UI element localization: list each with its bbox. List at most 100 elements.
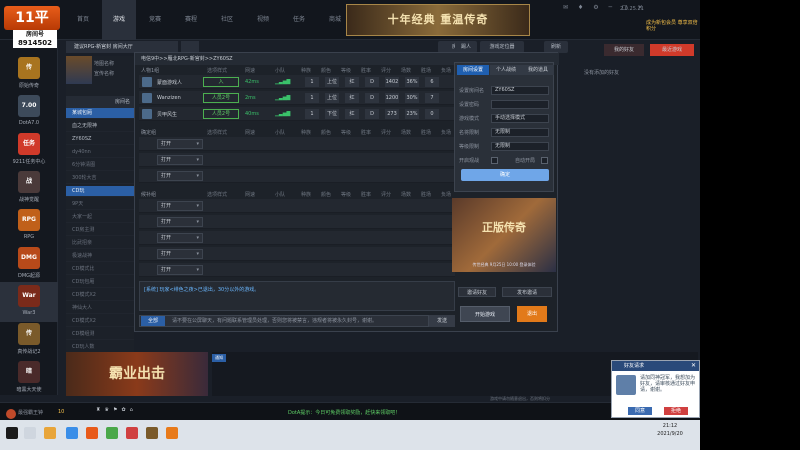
chat-channel-select[interactable]: 全部	[141, 316, 165, 326]
chat-message: [系统] 玩家<绯色之夜>已退出，30分以外的游戏。	[144, 287, 260, 293]
sidebar-game-item[interactable]: War War3	[0, 282, 58, 322]
slot-open-select[interactable]: 打开	[157, 139, 203, 149]
agree-button[interactable]: 同意	[628, 407, 652, 415]
autostart-checkbox[interactable]	[541, 157, 548, 164]
slot-open-select[interactable]: 打开	[157, 171, 203, 181]
room-list-item[interactable]: CD玩	[66, 186, 134, 197]
slot-open-select[interactable]: 打开	[157, 201, 203, 211]
slot-open-select[interactable]: 打开	[157, 265, 203, 275]
app-icon-3[interactable]	[146, 427, 158, 439]
player-slot[interactable]: Wanzizen 人员2号 2ms ▁▃▅▇ 1 上位红 D 1200 30% 7	[139, 91, 455, 105]
file-explorer-icon[interactable]	[44, 427, 56, 439]
status-toolbar-icons[interactable]: ♜♛⚑✿⌂	[96, 407, 137, 413]
sidebar-game-item[interactable]: 传真传战记2	[0, 320, 58, 360]
room-list-item[interactable]: 比武招亲	[66, 238, 134, 249]
search-icon[interactable]	[24, 427, 36, 439]
setting-label: 设置房间名	[459, 88, 485, 94]
sidebar-game-item[interactable]: 7.00 DotA7.0	[0, 92, 58, 132]
sidebar-game-item[interactable]: 战战神觉醒	[0, 168, 58, 208]
player-stat-cell: 30%	[405, 93, 419, 103]
room-ad-image[interactable]: 正版传奇	[452, 198, 556, 272]
invite-friends-button[interactable]: 邀请好友	[458, 287, 496, 297]
player-slot[interactable]: 蒙面游戏人 入 42ms ▁▃▅▇ 1 上位红 D 1402 36% 6	[139, 75, 455, 89]
room-list-item[interactable]: 9P天	[66, 199, 134, 210]
player-state-badge[interactable]: 入	[203, 77, 239, 87]
my-friends-button[interactable]: 我的好友	[604, 44, 644, 56]
exit-room-button[interactable]: 退出	[517, 306, 547, 322]
room-list-item[interactable]: ZY60SZ	[66, 134, 134, 145]
publish-invite-button[interactable]: 发布邀请	[502, 287, 552, 297]
column-header: 场数	[401, 192, 412, 198]
room-list-item[interactable]: 300轮大吉	[66, 173, 134, 184]
room-list-item[interactable]: dy40nn	[66, 147, 134, 158]
setting-field[interactable]	[491, 100, 549, 109]
bottom-ad-banner[interactable]: 霸业出击	[66, 352, 208, 396]
chat-input[interactable]: 请不要在公屏聊天，有问题联系管理员处理，否则您将被禁言，违规者将被永久封号，谢谢…	[139, 315, 429, 327]
sidebar-game-item[interactable]: 传原始传奇	[0, 54, 58, 94]
player-slot[interactable]: 贝甲风生 人员2号 40ms ▁▃▅▇ 1 下位红 D 273 23% 0	[139, 107, 455, 121]
room-list-item[interactable]: CD模式X2	[66, 316, 134, 327]
room-list-item[interactable]: 大家一起	[66, 212, 134, 223]
nav-tab[interactable]: 首页	[66, 0, 100, 40]
sidebar-game-item[interactable]: DMG DMG起源	[0, 244, 58, 284]
room-list-item[interactable]: CD房主测	[66, 225, 134, 236]
setting-field[interactable]: 手动选择模式	[491, 114, 549, 123]
player-avatar	[142, 93, 152, 103]
room-list-item[interactable]: CD模式比	[66, 264, 134, 275]
room-list-item[interactable]: 6分钟清图	[66, 160, 134, 171]
taskbar-clock[interactable]: 21:12 2021/9/20	[645, 422, 695, 438]
setting-field[interactable]: ZY60SZ	[491, 86, 549, 95]
player-state-badge[interactable]: 人员2号	[203, 109, 239, 119]
slot-open-select[interactable]: 打开	[157, 249, 203, 259]
nav-tab[interactable]: 视频	[246, 0, 280, 40]
room-list-item[interactable]: 极速战神	[66, 251, 134, 262]
app-icon[interactable]	[106, 427, 118, 439]
slot-open-select[interactable]: 打开	[157, 217, 203, 227]
slot-open-select[interactable]: 打开	[157, 233, 203, 243]
nav-tab[interactable]: 任务	[282, 0, 316, 40]
room-list-item[interactable]: 血之无限神	[66, 121, 134, 132]
column-header: 网速	[245, 192, 256, 198]
nav-tab[interactable]: 竞赛	[138, 0, 172, 40]
slot-open-select[interactable]: 打开	[157, 155, 203, 165]
tab-room-settings[interactable]: 房间设置	[457, 65, 489, 75]
nav-tab[interactable]: 社区	[210, 0, 244, 40]
sidebar-game-item[interactable]: 暗暗黑大天使	[0, 358, 58, 398]
chat-send-button[interactable]: 发送	[429, 315, 455, 327]
promo-banner[interactable]: 十年经典 重温传奇	[346, 4, 530, 36]
room-list-item[interactable]: 某城包厢	[66, 108, 134, 119]
player-stat-cell: D	[365, 77, 379, 87]
recent-games-button[interactable]: 最近游戏	[650, 44, 694, 56]
column-header: 种族	[301, 192, 312, 198]
app-icon-4[interactable]	[166, 427, 178, 439]
game-client-icon[interactable]	[86, 427, 98, 439]
setting-field[interactable]: 无限制	[491, 142, 549, 151]
sidebar-game-item[interactable]: 任务 9211任务中心	[0, 130, 58, 170]
nav-tab[interactable]: 游戏	[102, 0, 136, 40]
team-section-3: 候补组	[141, 192, 157, 198]
column-header: 等级	[341, 68, 352, 74]
start-icon[interactable]	[6, 427, 18, 439]
browser-icon[interactable]	[66, 427, 78, 439]
room-list-item[interactable]: CD模式X2	[66, 290, 134, 301]
setting-field[interactable]: 无限制	[491, 128, 549, 137]
vip-promo-link[interactable]: 成为新包会员 尊享双倍积分	[646, 20, 698, 38]
confirm-settings-button[interactable]: 确定	[461, 169, 549, 181]
observe-checkbox[interactable]	[491, 157, 498, 164]
reject-button[interactable]: 拒绝	[664, 407, 688, 415]
tab-personal-record[interactable]: 个人战绩	[490, 65, 522, 75]
empty-slot: 打开	[139, 215, 455, 229]
room-list-item[interactable]: CD玩包厢	[66, 277, 134, 288]
tab-my-items[interactable]: 我的道具	[522, 65, 554, 75]
room-list-item[interactable]: CD模组测	[66, 329, 134, 340]
start-game-button[interactable]: 开始游戏	[460, 306, 510, 322]
close-icon[interactable]: ✕	[691, 362, 696, 369]
nav-tab[interactable]: 赛程	[174, 0, 208, 40]
player-state-badge[interactable]: 人员2号	[203, 93, 239, 103]
app-icon-2[interactable]	[126, 427, 138, 439]
room-list-item[interactable]: 神仙大人	[66, 303, 134, 314]
sidebar-game-item[interactable]: RPG RPG	[0, 206, 58, 246]
status-message[interactable]: DotA提示：今日可免费领取奖励，赶快来领取吧！	[288, 409, 400, 416]
user-avatar[interactable]	[6, 409, 16, 419]
column-header: 负场	[441, 130, 452, 136]
